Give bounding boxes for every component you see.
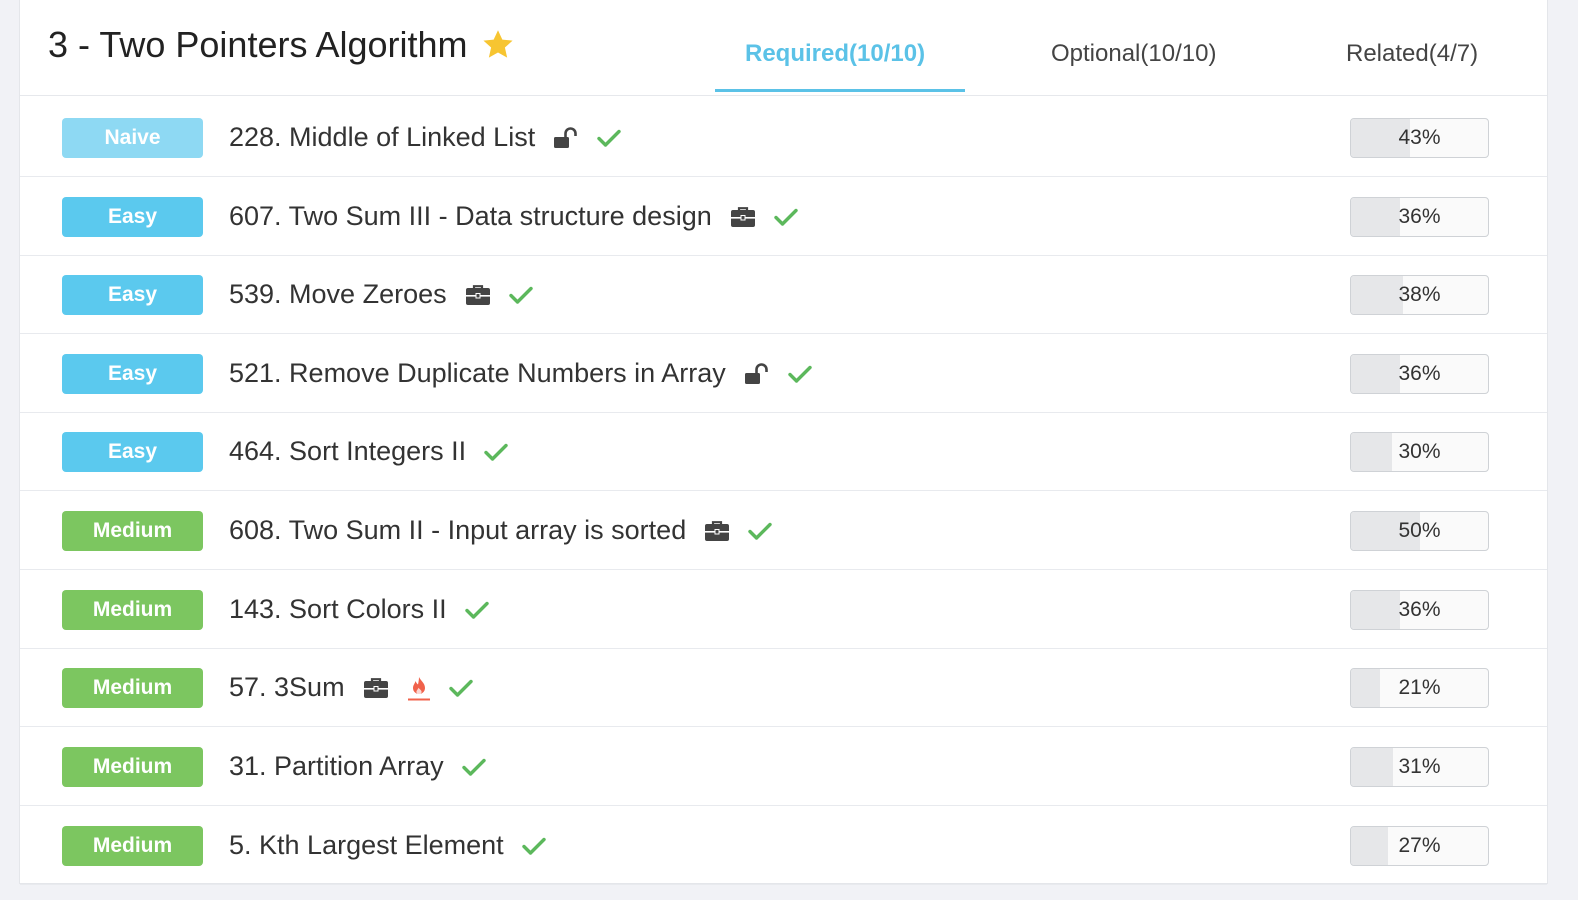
check-icon [484,442,508,462]
check-icon [448,678,473,698]
acceptance-rate-value: 38% [1398,283,1441,306]
acceptance-rate-value: 30% [1398,440,1441,463]
table-row[interactable]: Medium 608. Two Sum II - Input array is s… [20,491,1547,570]
acceptance-rate-value: 36% [1398,362,1441,385]
acceptance-rate-bar: 30% [1350,432,1489,472]
problem-link[interactable]: 539. Move Zeroes [229,255,533,334]
check-icon [461,757,486,777]
check-icon [597,128,621,148]
problem-link[interactable]: 607. Two Sum III - Data structure design [229,177,798,256]
tab-optional[interactable]: Optional(10/10) [1051,40,1216,68]
problem-link[interactable]: 5. Kth Largest Element [229,806,546,885]
difficulty-badge: Easy [62,354,203,394]
problem-link[interactable]: 31. Partition Array [229,727,486,806]
briefcase-icon [730,206,756,228]
check-icon [748,521,772,541]
problem-list-panel: 3 - Two Pointers Algorithm Required(10/1… [19,0,1548,885]
difficulty-badge: Easy [62,197,203,237]
problem-link[interactable]: 521. Remove Duplicate Numbers in Array [229,334,812,413]
difficulty-badge: Medium [62,747,203,787]
acceptance-rate-bar: 36% [1350,590,1489,630]
problem-title: 228. Middle of Linked List [229,122,536,152]
check-icon [774,207,798,227]
check-icon [508,285,533,305]
check-icon [464,600,489,620]
problem-title: 608. Two Sum II - Input array is sorted [229,515,687,545]
acceptance-rate-bar: 36% [1350,354,1489,394]
tab-related[interactable]: Related(4/7) [1346,40,1478,68]
problem-title: 521. Remove Duplicate Numbers in Array [229,358,726,388]
acceptance-rate-value: 36% [1398,598,1441,621]
problem-title: 57. 3Sum [229,672,345,702]
briefcase-icon [363,677,389,699]
acceptance-rate-bar: 27% [1350,826,1489,866]
acceptance-rate-bar: 50% [1350,511,1489,551]
table-row[interactable]: Medium 57. 3Sum 21% [20,648,1547,727]
table-row[interactable]: Easy 464. Sort Integers II 30% [20,412,1547,491]
difficulty-badge: Medium [62,590,203,630]
briefcase-icon [704,520,730,542]
difficulty-badge: Medium [62,511,203,551]
difficulty-badge: Medium [62,668,203,708]
difficulty-badge: Medium [62,826,203,866]
problem-title: 31. Partition Array [229,751,444,781]
problem-link[interactable]: 143. Sort Colors II [229,570,489,649]
hot-icon [407,675,431,701]
table-row[interactable]: Easy 539. Move Zeroes 38% [20,255,1547,334]
problem-title: 5. Kth Largest Element [229,830,504,860]
acceptance-rate-value: 36% [1398,205,1441,228]
table-row[interactable]: Easy 607. Two Sum III - Data structure de… [20,177,1547,256]
acceptance-rate-value: 50% [1398,519,1441,542]
acceptance-rate-value: 31% [1398,755,1441,778]
problem-link[interactable]: 57. 3Sum [229,648,473,727]
acceptance-rate-value: 43% [1398,126,1441,149]
briefcase-icon [465,284,491,306]
problem-title: 539. Move Zeroes [229,279,447,309]
acceptance-rate-value: 27% [1398,834,1441,857]
acceptance-rate-bar: 21% [1350,668,1489,708]
table-row[interactable]: Easy 521. Remove Duplicate Numbers in Arr… [20,334,1547,413]
star-icon[interactable] [480,27,516,63]
check-icon [788,364,812,384]
problem-link[interactable]: 228. Middle of Linked List [229,98,621,177]
problem-title: 607. Two Sum III - Data structure design [229,201,712,231]
difficulty-badge: Naive [62,118,203,158]
problem-link[interactable]: 464. Sort Integers II [229,412,508,491]
table-row[interactable]: Medium 5. Kth Largest Element 27% [20,806,1547,885]
table-row[interactable]: Medium 143. Sort Colors II 36% [20,570,1547,649]
header: 3 - Two Pointers Algorithm Required(10/1… [20,0,1547,96]
unlock-icon [553,126,579,149]
page-title: 3 - Two Pointers Algorithm [48,24,516,66]
unlock-icon [744,362,770,385]
acceptance-rate-bar: 38% [1350,275,1489,315]
acceptance-rate-bar: 31% [1350,747,1489,787]
problem-link[interactable]: 608. Two Sum II - Input array is sorted [229,491,772,570]
acceptance-rate-bar: 36% [1350,197,1489,237]
problem-title: 464. Sort Integers II [229,436,467,466]
acceptance-rate-value: 21% [1398,676,1441,699]
active-tab-indicator [715,89,965,92]
acceptance-rate-bar: 43% [1350,118,1489,158]
table-row[interactable]: Medium 31. Partition Array 31% [20,727,1547,806]
check-icon [521,836,546,856]
difficulty-badge: Easy [62,432,203,472]
table-row[interactable]: Naive 228. Middle of Linked List 43% [20,98,1547,177]
problem-title: 143. Sort Colors II [229,594,447,624]
tab-required[interactable]: Required(10/10) [745,40,925,68]
page-title-text: 3 - Two Pointers Algorithm [48,24,468,65]
difficulty-badge: Easy [62,275,203,315]
